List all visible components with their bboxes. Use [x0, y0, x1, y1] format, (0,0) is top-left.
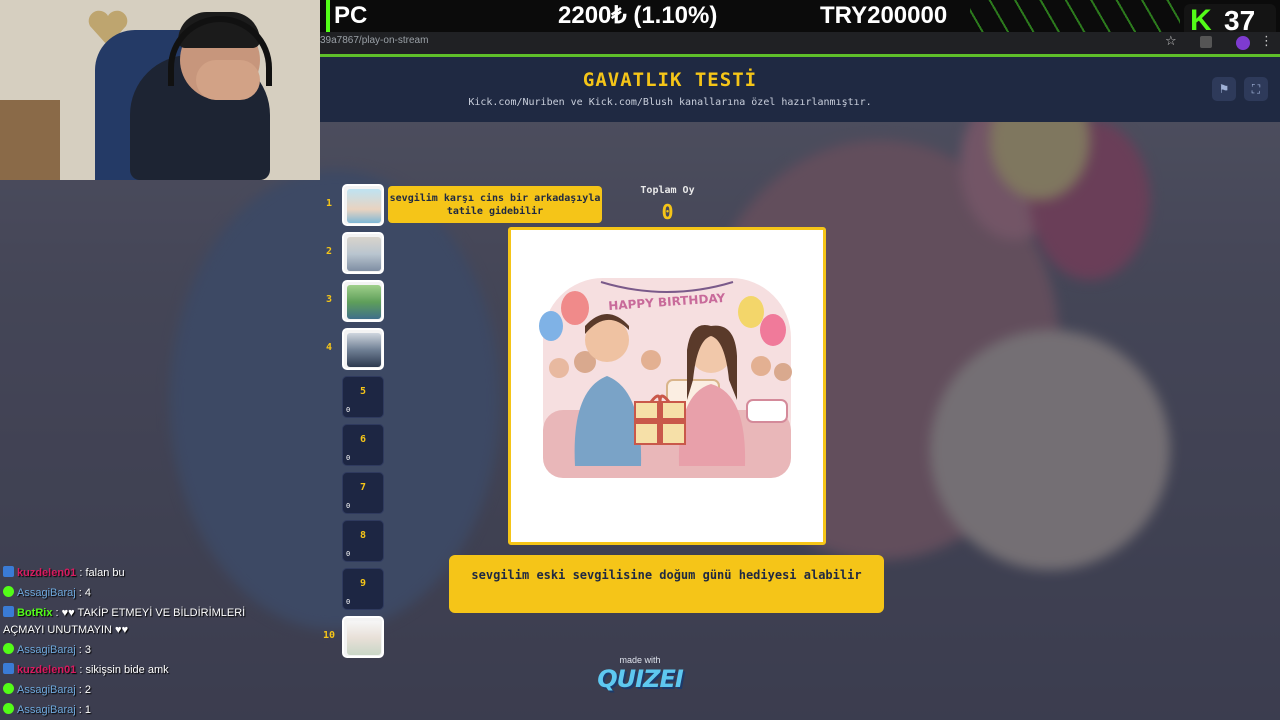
chat-message: AssagiBaraj : 3: [3, 643, 91, 656]
thumbnail-image[interactable]: [342, 616, 384, 658]
chat-message: kuzdelen01 : falan bu: [3, 566, 125, 579]
chat-message: AssagiBaraj : 4: [3, 586, 91, 599]
thumbnail-empty[interactable]: 8 0: [342, 520, 384, 562]
thumbnail-image[interactable]: [342, 232, 384, 274]
chat-username: AssagiBaraj: [17, 644, 76, 656]
thumbnail-item[interactable]: 2: [322, 232, 384, 274]
thumbnail-empty[interactable]: 5 0: [342, 376, 384, 418]
donation-goal: TRY200000: [820, 2, 948, 29]
profile-avatar[interactable]: [1236, 36, 1250, 50]
thumbnail-votes: 0: [346, 502, 351, 510]
thumbnail-image[interactable]: [342, 184, 384, 226]
thumbnail-item[interactable]: 8 0: [322, 520, 384, 562]
chat-username: AssagiBaraj: [17, 704, 76, 716]
flag-button[interactable]: ⚑: [1212, 77, 1236, 101]
total-votes-label: Toplam Oy: [640, 185, 695, 196]
chat-text: : 1: [78, 704, 91, 716]
flag-icon: ⚑: [1218, 82, 1230, 96]
chat-text: : sikişsin bide amk: [79, 664, 169, 676]
chat-message: BotRix : ♥♥ TAKİP ETMEYİ VE BİLDİRİMLERİ: [3, 606, 245, 619]
extension-icon[interactable]: [1200, 36, 1212, 48]
fullscreen-button[interactable]: ⛶: [1244, 77, 1268, 101]
chat-message: AssagiBaraj : 1: [3, 703, 91, 716]
question-image-card: HAPPY BIRTHDAY: [508, 227, 826, 545]
thumbnail-image[interactable]: [342, 328, 384, 370]
thumbnail-number: 9: [359, 578, 367, 589]
thumbnail-votes: 0: [346, 598, 351, 606]
thumbnail-number: 7: [359, 482, 367, 493]
page-title: GAVATLIK TESTİ: [582, 69, 758, 91]
thumbnail-number: 8: [359, 530, 367, 541]
thumbnail-item[interactable]: 9 0: [322, 568, 384, 610]
thumbnail-number: 6: [359, 434, 367, 445]
badge-icon: [3, 643, 14, 654]
chat-message: AssagiBaraj : 2: [3, 683, 91, 696]
chat-text: AÇMAYI UNUTMAYIN ♥♥: [3, 624, 129, 636]
thumbnail-item[interactable]: 3: [322, 280, 384, 322]
thumbnail-number: 10: [322, 630, 336, 641]
thumbnail-empty[interactable]: 9 0: [342, 568, 384, 610]
current-answer: sevgilim eski sevgilisine doğum günü hed…: [449, 555, 884, 613]
url-text[interactable]: 39a7867/play-on-stream: [320, 35, 428, 46]
thumbnail-votes: 0: [346, 454, 351, 462]
thumbnail-number: 5: [359, 386, 367, 397]
thumbnail-number: 3: [325, 294, 333, 305]
stream-overlay-bar: PC 2200₺ (1.10%) TRY200000: [320, 0, 1280, 32]
thumbnail-number: 1: [325, 198, 333, 209]
chat-text: : 4: [78, 587, 91, 599]
browser-menu-icon[interactable]: ⋮: [1260, 34, 1273, 49]
badge-icon: [3, 683, 14, 694]
made-with-label: made with: [619, 655, 661, 665]
thumbnail-item[interactable]: 10: [322, 616, 384, 658]
chat-message: kuzdelen01 : sikişsin bide amk: [3, 663, 169, 676]
thumbnail-item[interactable]: 5 0: [322, 376, 384, 418]
thumbnail-tooltip: sevgilim karşı cins bir arkadaşıyla tati…: [388, 186, 602, 223]
badge-icon: [3, 663, 14, 674]
bookmark-star-icon[interactable]: ☆: [1165, 34, 1177, 49]
chat-username: kuzdelen01: [17, 664, 77, 676]
chat-overlay: kuzdelen01 : falan bu AssagiBaraj : 4 Bo…: [0, 565, 320, 720]
thumbnail-votes: 0: [346, 550, 351, 558]
quizei-logo[interactable]: QUIZEI: [592, 665, 688, 693]
chat-username: AssagiBaraj: [17, 587, 76, 599]
thumbnail-votes: 0: [346, 406, 351, 414]
chat-text: : 3: [78, 644, 91, 656]
thumbnail-image[interactable]: [342, 280, 384, 322]
thumbnail-item[interactable]: 7 0: [322, 472, 384, 514]
badge-icon: [3, 566, 14, 577]
chat-text: : ♥♥ TAKİP ETMEYİ VE BİLDİRİMLERİ: [55, 607, 246, 619]
thumbnail-item[interactable]: 1: [322, 184, 384, 226]
leaf-pattern: [970, 0, 1180, 32]
page-subtitle: Kick.com/Nuriben ve Kick.com/Blush kanal…: [468, 97, 872, 108]
birthday-illustration: HAPPY BIRTHDAY: [539, 278, 792, 478]
thumbnail-empty[interactable]: 7 0: [342, 472, 384, 514]
total-votes-value: 0: [661, 200, 674, 224]
webcam-feed: [0, 0, 320, 180]
thumbnail-empty[interactable]: 6 0: [342, 424, 384, 466]
thumbnail-number: 4: [325, 342, 333, 353]
chat-username: BotRix: [17, 607, 53, 619]
chat-username: AssagiBaraj: [17, 684, 76, 696]
badge-icon: [3, 703, 14, 714]
browser-address-bar[interactable]: 39a7867/play-on-stream ☆ ⋮: [320, 32, 1280, 54]
chat-text: : falan bu: [79, 567, 125, 579]
thumbnail-item[interactable]: 4: [322, 328, 384, 370]
chat-text: : 2: [78, 684, 91, 696]
platform-label: PC: [326, 0, 367, 32]
badge-icon: [3, 606, 14, 617]
site-header: GAVATLIK TESTİ Kick.com/Nuriben ve Kick.…: [320, 57, 1280, 122]
kick-logo-icon: K: [1190, 4, 1212, 37]
thumbnail-number: 2: [325, 246, 333, 257]
badge-icon: [3, 586, 14, 597]
thumbnail-item[interactable]: 6 0: [322, 424, 384, 466]
chat-message: AÇMAYI UNUTMAYIN ♥♥: [3, 624, 128, 636]
fullscreen-icon: ⛶: [1251, 82, 1261, 96]
donation-progress: 2200₺ (1.10%): [558, 2, 718, 29]
chat-username: kuzdelen01: [17, 567, 77, 579]
